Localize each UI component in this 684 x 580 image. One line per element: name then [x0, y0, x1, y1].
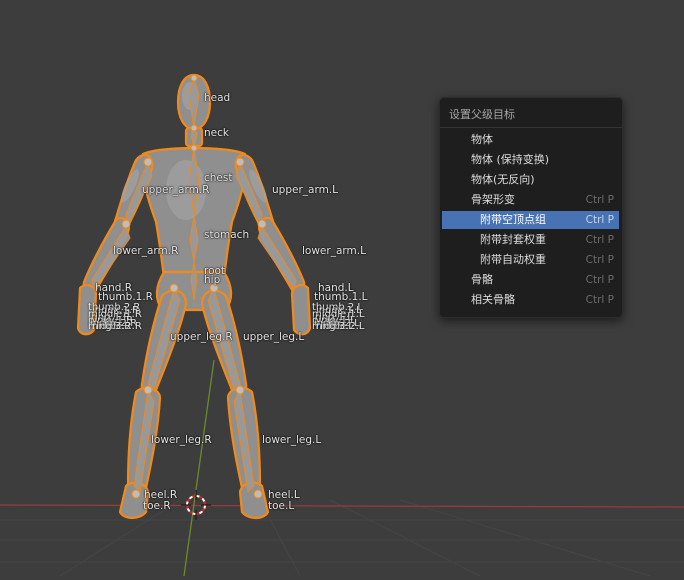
grid-floor — [0, 499, 684, 577]
menu-item-label: 附带封套权重 — [480, 233, 546, 246]
bone-label-hip: hip — [204, 274, 221, 286]
menu-title: 设置父级目标 — [449, 108, 515, 121]
menu-item-shortcut: Ctrl P — [585, 274, 614, 286]
menu-item-with-empty-groups[interactable]: 附带空顶点组 Ctrl P — [442, 211, 619, 229]
bone-label-toe-l: toe.L — [268, 500, 295, 512]
bone-label-stomach: stomach — [204, 229, 250, 241]
menu-item-label: 物体(无反向) — [471, 173, 535, 186]
menu-item-object-keep-transform[interactable]: 物体 (保持变换) — [442, 151, 619, 169]
menu-item-label: 物体 (保持变换) — [471, 153, 550, 166]
menu-item-shortcut: Ctrl P — [585, 254, 614, 266]
menu-item-object-without-inverse[interactable]: 物体(无反向) — [442, 171, 619, 189]
menu-item-armature-deform[interactable]: 骨架形变 Ctrl P — [442, 191, 619, 209]
bone-label-upper-arm-r: upper_arm.R — [142, 184, 210, 196]
menu-item-label: 骨骼 — [471, 273, 493, 286]
set-parent-menu: 设置父级目标 物体 物体 (保持变换) 物体(无反向) 骨架形变 Ctrl P … — [439, 97, 623, 318]
menu-item-label: 骨架形变 — [471, 193, 515, 206]
menu-item-bone[interactable]: 骨骼 Ctrl P — [442, 271, 619, 289]
menu-item-shortcut: Ctrl P — [585, 294, 614, 306]
menu-item-label: 相关骨骼 — [471, 293, 515, 306]
bone-label-lower-arm-l: lower_arm.L — [302, 245, 366, 257]
menu-item-shortcut: Ctrl P — [585, 214, 614, 226]
bone-label-upper-arm-l: upper_arm.L — [272, 184, 338, 196]
bone-label-lower-arm-r: lower_arm.R — [113, 245, 179, 257]
menu-item-bone-relative[interactable]: 相关骨骼 Ctrl P — [442, 291, 619, 309]
bone-label-chest: chest — [204, 172, 233, 184]
bone-label-head: head — [204, 92, 231, 104]
menu-item-with-automatic-weights[interactable]: 附带自动权重 Ctrl P — [442, 251, 619, 269]
finger-label: ring.3.L — [316, 321, 354, 332]
x-axis-line — [0, 504, 684, 508]
bone-label-neck: neck — [204, 127, 229, 139]
menu-item-label: 附带空顶点组 — [480, 213, 546, 226]
y-axis-line — [183, 359, 215, 577]
menu-item-with-envelope-weights[interactable]: 附带封套权重 Ctrl P — [442, 231, 619, 249]
finger-label: ring.3.R — [92, 321, 132, 332]
menu-item-object[interactable]: 物体 — [442, 131, 619, 149]
bone-label-lower-leg-r: lower_leg.R — [151, 434, 212, 446]
menu-item-label: 附带自动权重 — [480, 253, 546, 266]
bone-label-lower-leg-l: lower_leg.L — [262, 434, 322, 446]
menu-separator — [440, 127, 622, 128]
menu-item-shortcut: Ctrl P — [585, 234, 614, 246]
menu-item-label: 物体 — [471, 133, 493, 146]
menu-item-shortcut: Ctrl P — [585, 194, 614, 206]
bone-label-upper-leg-l: upper_leg.L — [243, 331, 305, 343]
bone-label-toe-r: toe.R — [143, 500, 171, 512]
bone-label-upper-leg-r: upper_leg.R — [170, 331, 233, 343]
